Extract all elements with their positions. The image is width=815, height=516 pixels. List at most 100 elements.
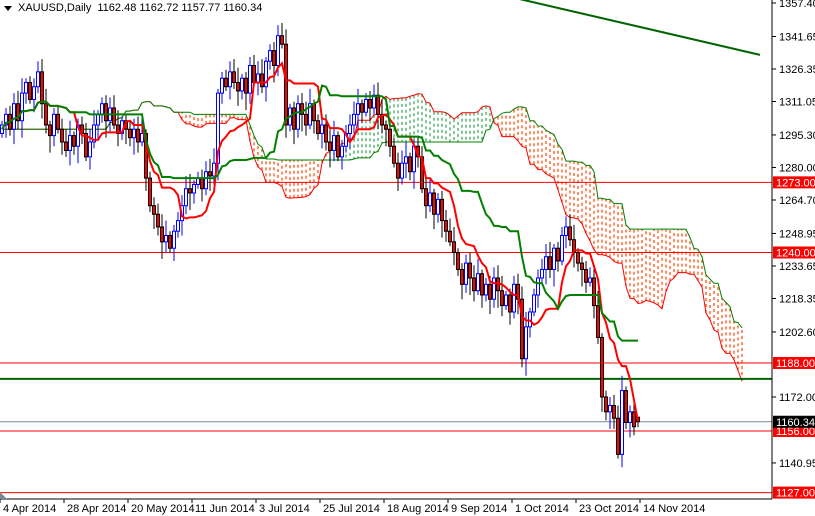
chart-header: XAUUSD,Daily 1162.48 1162.72 1157.77 116… [4, 2, 262, 14]
bullish-candle [88, 141, 92, 158]
bullish-candle [436, 198, 440, 215]
bearish-candle [316, 120, 320, 134]
bearish-candle [376, 94, 380, 115]
bullish-candle [256, 73, 260, 83]
bearish-candle [188, 188, 192, 194]
bullish-candle [608, 404, 612, 413]
time-tick-label: 4 Apr 2014 [3, 503, 56, 515]
bullish-candle [544, 256, 548, 270]
bullish-candle [240, 77, 244, 92]
bearish-candle [440, 198, 444, 222]
bearish-candle [324, 124, 328, 143]
bullish-candle [484, 283, 488, 296]
bullish-candle [172, 230, 176, 249]
bullish-candle [428, 192, 432, 207]
bearish-candle [632, 411, 636, 428]
ohlc-readout: 1162.48 1162.72 1157.77 1160.34 [97, 2, 263, 14]
bullish-candle [140, 132, 144, 143]
bullish-candle [560, 234, 564, 262]
bearish-candle [432, 192, 436, 215]
bullish-candle [32, 86, 36, 100]
bearish-candle [556, 247, 560, 262]
price-tick-label: 1341.65 [779, 31, 815, 43]
bearish-candle [592, 277, 596, 307]
bullish-candle [96, 113, 100, 126]
bearish-candle [312, 103, 316, 122]
bullish-candle [24, 81, 28, 94]
bearish-candle [576, 251, 580, 264]
bullish-candle [504, 294, 508, 307]
bullish-candle [524, 326, 528, 360]
bearish-candle [56, 113, 60, 130]
bullish-candle [364, 98, 368, 113]
bearish-candle [500, 290, 504, 307]
senkou-span-b-line [2, 101, 743, 329]
bearish-candle [104, 103, 108, 122]
bullish-candle [220, 77, 224, 94]
bearish-candle [224, 77, 228, 88]
bearish-candle [328, 141, 332, 151]
bearish-candle [44, 103, 48, 126]
bearish-candle [616, 417, 620, 455]
bearish-candle [384, 124, 388, 130]
price-chart[interactable]: 1357.40 1341.65 1326.35 1311.05 1295.30 1280.… [0, 0, 815, 516]
bearish-candle [396, 162, 400, 179]
bullish-candle [564, 226, 568, 236]
bearish-candle [424, 188, 428, 207]
bearish-candle [128, 128, 132, 139]
bearish-candle [600, 336, 604, 398]
level-price-label: 1127.00 [776, 488, 815, 500]
bullish-candle [320, 124, 324, 134]
bearish-candle [360, 103, 364, 113]
bullish-candle [332, 135, 336, 151]
bullish-candle [52, 113, 56, 137]
bullish-candle [176, 220, 180, 232]
bullish-candle [164, 234, 168, 243]
bearish-candle [60, 128, 64, 143]
dropdown-triangle-icon[interactable] [4, 5, 12, 11]
bullish-candle [68, 135, 72, 151]
bullish-candle [536, 277, 540, 296]
bearish-candle [488, 283, 492, 300]
price-tick-label: 1264.70 [779, 195, 815, 207]
bullish-candle [248, 64, 252, 94]
bearish-candle [444, 220, 448, 232]
bullish-candle [464, 262, 468, 285]
bullish-candle [628, 411, 632, 423]
level-price-label: 1188.00 [776, 358, 815, 370]
bearish-candle [304, 113, 308, 126]
bearish-candle [272, 50, 276, 66]
bearish-candle [392, 145, 396, 164]
price-tick-label: 1326.35 [779, 64, 815, 76]
price-tick-label: 1280.00 [779, 162, 815, 174]
bearish-candle [160, 226, 164, 243]
time-tick-label: 28 Apr 2014 [67, 503, 126, 515]
bullish-candle [400, 162, 404, 179]
bearish-candle [284, 43, 288, 126]
bearish-candle [480, 273, 484, 296]
price-tick-label: 1248.95 [779, 228, 815, 240]
bearish-candle [168, 234, 172, 249]
price-tick-label: 1295.30 [779, 130, 815, 142]
time-tick-label: 20 May 2014 [131, 503, 195, 515]
bearish-candle [580, 262, 584, 270]
bullish-candle [348, 124, 352, 134]
level-price-label: 1240.00 [776, 247, 815, 259]
bullish-candle [620, 390, 624, 455]
time-tick-label: 11 Jun 2014 [195, 503, 255, 515]
time-tick-label: 18 Aug 2014 [387, 503, 449, 515]
bullish-candle [512, 283, 516, 313]
bearish-candle [452, 241, 456, 253]
bearish-candle [152, 205, 156, 215]
price-tick-label: 1357.40 [779, 0, 815, 10]
bearish-candle [208, 171, 212, 177]
bearish-candle [624, 390, 628, 423]
bearish-candle [472, 277, 476, 292]
bearish-candle [244, 77, 248, 94]
bearish-candle [388, 128, 392, 147]
bullish-candle [296, 103, 300, 130]
bearish-candle [336, 135, 340, 158]
bearish-candle [456, 251, 460, 270]
time-tick-label: 25 Jul 2014 [323, 503, 380, 515]
bullish-candle [532, 294, 536, 313]
